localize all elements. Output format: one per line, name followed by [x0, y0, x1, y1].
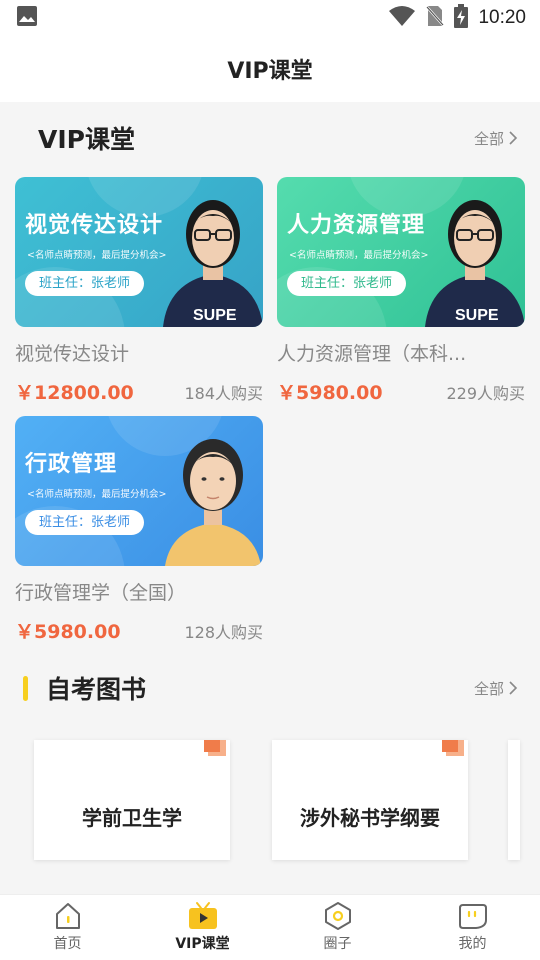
books-section-title: 自考图书	[46, 675, 147, 704]
bottom-tab-bar: 首页 VIP课堂 圈子 我的	[0, 894, 540, 960]
see-all-label: 全部	[473, 679, 504, 698]
no-sim-icon	[426, 4, 445, 32]
banner-title: 视觉传达设计	[25, 213, 164, 238]
status-time: 10:20	[478, 7, 526, 28]
banner-teacher-tag: 班主任：张老师	[25, 510, 145, 535]
course-buyers: 229人购买	[446, 384, 525, 403]
banner-title: 人力资源管理	[287, 213, 426, 238]
book-card-partial[interactable]	[508, 740, 520, 860]
teacher-photo: SUPE	[425, 200, 525, 327]
books-see-all-link[interactable]: 全部	[474, 678, 518, 699]
chevron-right-icon	[509, 131, 518, 145]
tv-icon	[188, 902, 217, 929]
course-price: ￥5980.00	[15, 621, 121, 643]
course-card[interactable]: 行政管理 <名师点睛预测，最后提分机会> 班主任：张老师 行政管理学（全国） ￥…	[15, 416, 263, 644]
tab-circle[interactable]: 圈子	[270, 895, 405, 960]
tab-home[interactable]: 首页	[0, 895, 135, 960]
tab-label: 我的	[458, 936, 487, 952]
section-accent-bar	[23, 675, 28, 701]
see-all-label: 全部	[473, 129, 504, 148]
tab-label: VIP课堂	[175, 936, 230, 952]
wifi-icon	[388, 5, 416, 31]
vip-see-all-link[interactable]: 全部	[474, 128, 518, 149]
book-title: 涉外秘书学纲要	[300, 806, 440, 830]
title-bar: VIP课堂	[0, 36, 540, 102]
page-title: VIP课堂	[227, 59, 313, 84]
course-buyers: 184人购买	[184, 384, 263, 403]
svg-text:SUPE: SUPE	[193, 307, 237, 324]
hexagon-icon	[324, 902, 351, 930]
vip-section-header: VIP课堂 全部	[0, 108, 540, 168]
course-card[interactable]: SUPE 人力资源管理 <名师点睛预测，最后提分机会> 班主任：张老师 人力资源…	[277, 177, 525, 405]
book-title: 学前卫生学	[82, 806, 182, 830]
book-card[interactable]: 学前卫生学	[34, 740, 230, 860]
course-banner[interactable]: 行政管理 <名师点睛预测，最后提分机会> 班主任：张老师	[15, 416, 263, 566]
banner-subtitle: <名师点睛预测，最后提分机会>	[27, 250, 167, 261]
course-card[interactable]: SUPE 视觉传达设计 <名师点睛预测，最后提分机会> 班主任：张老师 视觉传达…	[15, 177, 263, 405]
book-corner-decoration	[204, 740, 220, 752]
battery-charging-icon	[454, 4, 469, 32]
banner-subtitle: <名师点睛预测，最后提分机会>	[27, 489, 167, 500]
banner-subtitle: <名师点睛预测，最后提分机会>	[289, 250, 429, 261]
teacher-photo: SUPE	[163, 200, 263, 327]
banner-title: 行政管理	[25, 452, 118, 477]
course-name: 视觉传达设计	[15, 343, 130, 365]
course-price: ￥12800.00	[15, 382, 134, 404]
svg-text:SUPE: SUPE	[455, 307, 499, 324]
course-name: 人力资源管理（本科...	[277, 343, 467, 365]
status-bar: 10:20	[0, 0, 540, 36]
vip-section-title: VIP课堂	[38, 125, 135, 154]
tab-label: 圈子	[323, 936, 352, 952]
teacher-photo	[165, 439, 261, 566]
books-section-header: 自考图书 全部	[0, 658, 540, 718]
banner-teacher-tag: 班主任：张老师	[25, 271, 145, 296]
gallery-notification-icon	[16, 5, 38, 31]
course-buyers: 128人购买	[184, 623, 263, 642]
main-content[interactable]: VIP课堂 全部 SUPE 视觉传达设计 <名师点睛预测，最后提分机会> 班主任…	[0, 102, 540, 894]
profile-bubble-icon	[458, 904, 487, 929]
course-name: 行政管理学（全国）	[15, 582, 187, 604]
course-meta: ￥5980.00 229人购买	[277, 378, 525, 405]
tab-label: 首页	[53, 936, 82, 952]
tab-vip[interactable]: VIP课堂	[135, 895, 270, 960]
app-screen: 10:20 VIP课堂 VIP课堂 全部 SUPE 视觉传达设计 <名师点睛预测…	[0, 0, 540, 960]
course-banner[interactable]: SUPE 视觉传达设计 <名师点睛预测，最后提分机会> 班主任：张老师	[15, 177, 263, 327]
course-meta: ￥12800.00 184人购买	[15, 378, 263, 405]
book-card[interactable]: 涉外秘书学纲要	[272, 740, 468, 860]
chevron-right-icon	[509, 681, 518, 695]
book-corner-decoration	[442, 740, 458, 752]
course-meta: ￥5980.00 128人购买	[15, 617, 263, 644]
course-banner[interactable]: SUPE 人力资源管理 <名师点睛预测，最后提分机会> 班主任：张老师	[277, 177, 525, 327]
banner-teacher-tag: 班主任：张老师	[287, 271, 407, 296]
course-price: ￥5980.00	[277, 382, 383, 404]
home-icon	[55, 903, 80, 929]
tab-profile[interactable]: 我的	[405, 895, 540, 960]
